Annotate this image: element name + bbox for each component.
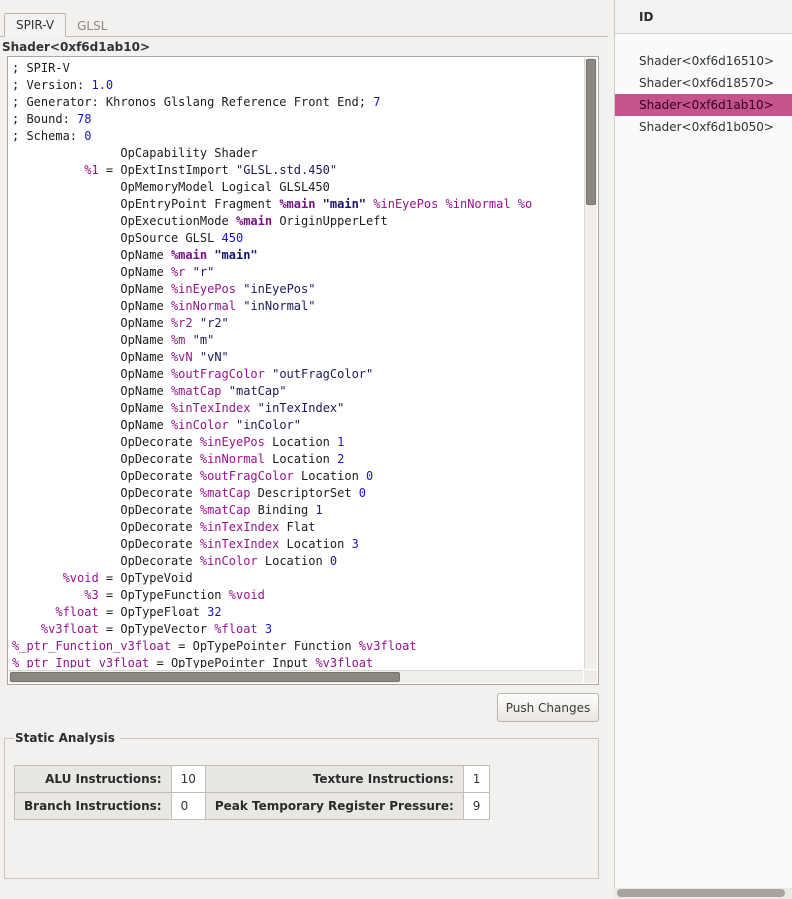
code-line: OpDecorate %inColor Location 0 <box>12 553 582 570</box>
scrollbar-corner <box>584 670 597 683</box>
tab-spirv[interactable]: SPIR-V <box>4 13 66 37</box>
code-line: OpDecorate %outFragColor Location 0 <box>12 468 582 485</box>
code-line: OpDecorate %inEyePos Location 1 <box>12 434 582 451</box>
code-line: %3 = OpTypeFunction %void <box>12 587 582 604</box>
code-line: OpCapability Shader <box>12 145 582 162</box>
shader-edit-panel: SPIR-V GLSL Shader<0xf6d1ab10> ; SPIR-V;… <box>0 0 608 899</box>
code-line: OpName %inNormal "inNormal" <box>12 298 582 315</box>
stat-value-texture: 1 <box>463 766 490 793</box>
stat-value-branch: 0 <box>171 793 205 820</box>
code-line: ; SPIR-V <box>12 60 582 77</box>
static-analysis-table: ALU Instructions: 10 Texture Instruction… <box>14 765 490 820</box>
code-line: OpDecorate %inTexIndex Location 3 <box>12 536 582 553</box>
vertical-scrollbar-thumb[interactable] <box>586 59 596 205</box>
code-line: OpName %r "r" <box>12 264 582 281</box>
code-line: %_ptr_Function_v3float = OpTypePointer F… <box>12 638 582 655</box>
stat-label-branch: Branch Instructions: <box>15 793 172 820</box>
push-changes-button[interactable]: Push Changes <box>497 693 599 722</box>
code-line: OpName %vN "vN" <box>12 349 582 366</box>
id-column-header[interactable]: ID <box>615 0 792 34</box>
list-item[interactable]: Shader<0xf6d16510> <box>615 50 792 72</box>
table-row: Branch Instructions: 0 Peak Temporary Re… <box>15 793 490 820</box>
stat-label-alu: ALU Instructions: <box>15 766 172 793</box>
code-line: OpName %inEyePos "inEyePos" <box>12 281 582 298</box>
shader-id-list: Shader<0xf6d16510>Shader<0xf6d18570>Shad… <box>615 34 792 138</box>
code-line: %float = OpTypeFloat 32 <box>12 604 582 621</box>
shader-id-panel: ID Shader<0xf6d16510>Shader<0xf6d18570>S… <box>614 0 792 888</box>
static-analysis-title: Static Analysis <box>14 731 120 745</box>
code-line: OpName %main "main" <box>12 247 582 264</box>
id-panel-scrollbar-thumb[interactable] <box>617 889 785 897</box>
vertical-scrollbar[interactable] <box>584 58 597 669</box>
code-line: OpName %matCap "matCap" <box>12 383 582 400</box>
shader-title: Shader<0xf6d1ab10> <box>2 40 150 54</box>
code-line: ; Bound: 78 <box>12 111 582 128</box>
list-item[interactable]: Shader<0xf6d1b050> <box>615 116 792 138</box>
stat-value-alu: 10 <box>171 766 205 793</box>
code-line: OpName %m "m" <box>12 332 582 349</box>
stat-value-register-pressure: 9 <box>463 793 490 820</box>
code-line: OpExecutionMode %main OriginUpperLeft <box>12 213 582 230</box>
code-line: OpMemoryModel Logical GLSL450 <box>12 179 582 196</box>
stat-label-register-pressure: Peak Temporary Register Pressure: <box>205 793 463 820</box>
static-analysis-group: Static Analysis ALU Instructions: 10 Tex… <box>4 731 599 879</box>
code-line: OpSource GLSL 450 <box>12 230 582 247</box>
code-line: OpName %inColor "inColor" <box>12 417 582 434</box>
code-line: OpDecorate %inTexIndex Flat <box>12 519 582 536</box>
stat-label-texture: Texture Instructions: <box>205 766 463 793</box>
id-panel-horizontal-scrollbar[interactable] <box>614 888 792 899</box>
code-line: ; Schema: 0 <box>12 128 582 145</box>
code-line: OpEntryPoint Fragment %main "main" %inEy… <box>12 196 582 213</box>
code-line: %1 = OpExtInstImport "GLSL.std.450" <box>12 162 582 179</box>
tab-bar: SPIR-V GLSL <box>4 14 118 37</box>
code-line: OpName %inTexIndex "inTexIndex" <box>12 400 582 417</box>
code-line: OpDecorate %matCap DescriptorSet 0 <box>12 485 582 502</box>
list-item[interactable]: Shader<0xf6d1ab10> <box>615 94 792 116</box>
code-editor[interactable]: ; SPIR-V; Version: 1.0; Generator: Khron… <box>7 56 599 685</box>
tab-glsl[interactable]: GLSL <box>66 14 118 37</box>
code-line: ; Generator: Khronos Glslang Reference F… <box>12 94 582 111</box>
code-line: OpDecorate %matCap Binding 1 <box>12 502 582 519</box>
code-line: %void = OpTypeVoid <box>12 570 582 587</box>
table-row: ALU Instructions: 10 Texture Instruction… <box>15 766 490 793</box>
code-line: OpName %r2 "r2" <box>12 315 582 332</box>
code-line: %_ptr_Input_v3float = OpTypePointer Inpu… <box>12 655 582 668</box>
code-line: %v3float = OpTypeVector %float 3 <box>12 621 582 638</box>
code-content[interactable]: ; SPIR-V; Version: 1.0; Generator: Khron… <box>12 60 582 668</box>
code-line: OpDecorate %inNormal Location 2 <box>12 451 582 468</box>
list-item[interactable]: Shader<0xf6d18570> <box>615 72 792 94</box>
horizontal-scrollbar[interactable] <box>9 670 583 683</box>
code-line: OpName %outFragColor "outFragColor" <box>12 366 582 383</box>
horizontal-scrollbar-thumb[interactable] <box>10 672 400 682</box>
code-line: ; Version: 1.0 <box>12 77 582 94</box>
